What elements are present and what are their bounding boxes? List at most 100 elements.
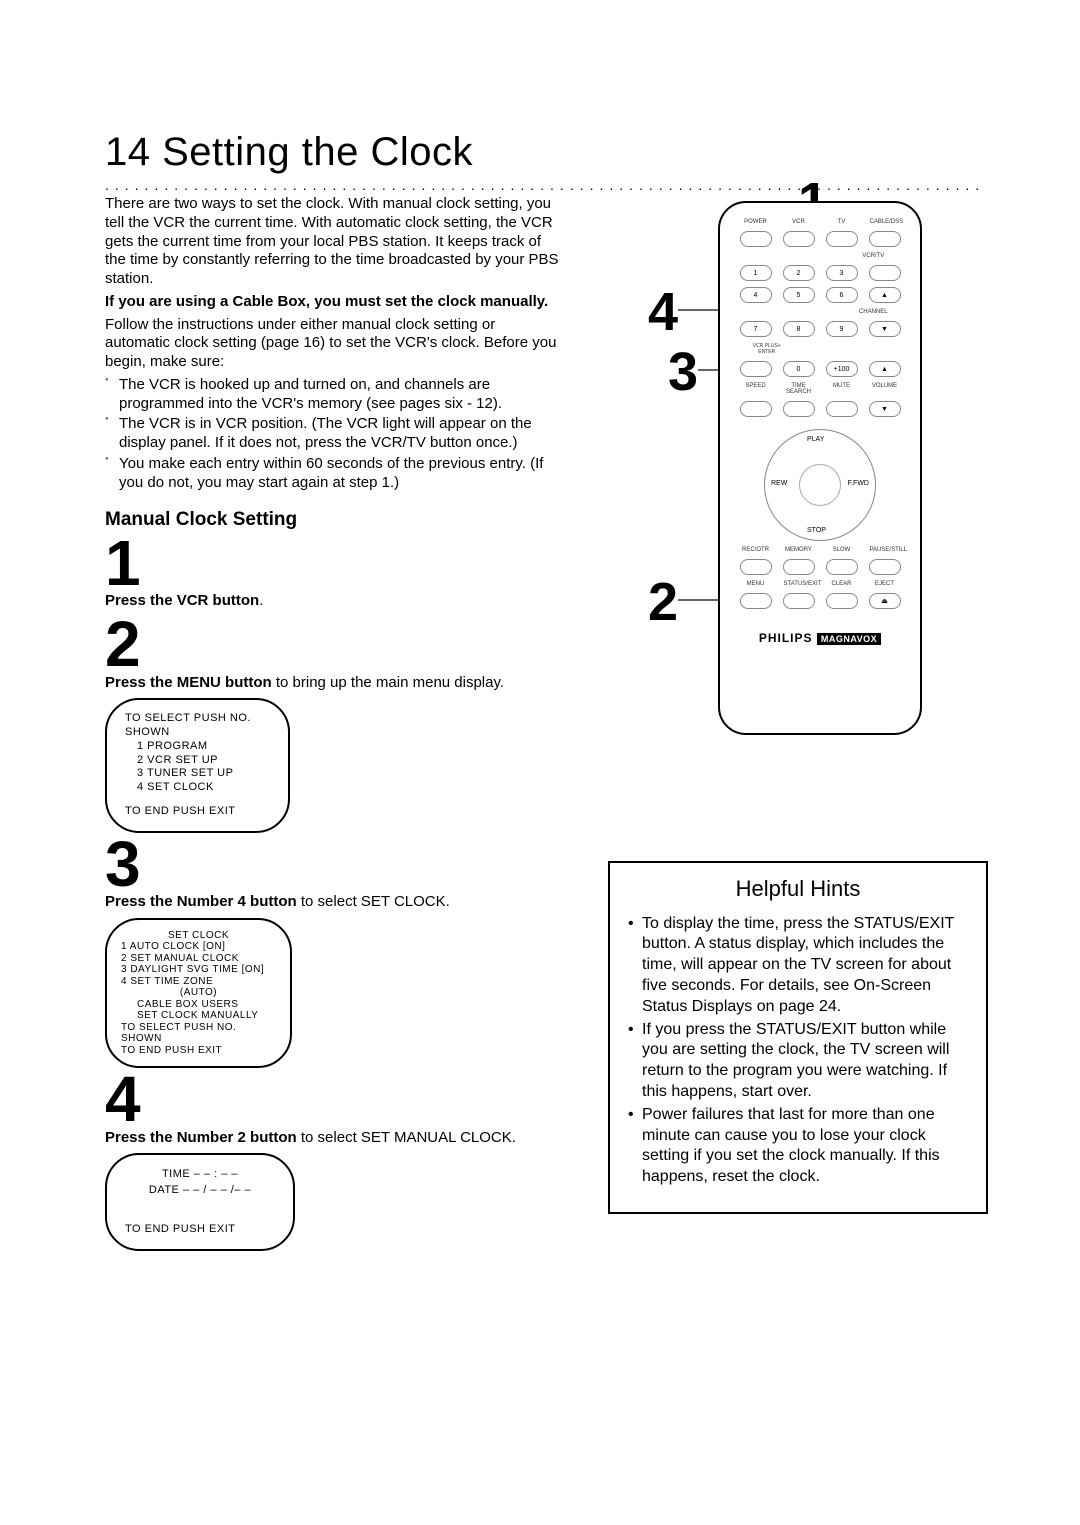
hints-heading: Helpful Hints xyxy=(628,875,968,904)
hint-2: If you press the STATUS/EXIT button whil… xyxy=(628,1020,968,1103)
callout-2: 2 xyxy=(648,571,678,633)
jog-stop: STOP xyxy=(807,527,826,534)
osd3-l2: DATE – – / – – /– – xyxy=(125,1183,275,1198)
vcrtv-button[interactable] xyxy=(869,265,901,281)
osd1-l6: TO END PUSH EXIT xyxy=(125,805,270,819)
channel-down[interactable]: ▼ xyxy=(869,321,901,337)
lbl-vcr: VCR xyxy=(784,219,814,225)
osd2-l4: 4 SET TIME ZONE xyxy=(121,976,276,988)
num-5[interactable]: 5 xyxy=(783,287,815,303)
lbl-rec: REC/OTR xyxy=(741,547,771,553)
jog-ffwd: F.FWD xyxy=(848,480,869,487)
intro-p3: Follow the instructions under either man… xyxy=(105,316,560,372)
num-4[interactable]: 4 xyxy=(740,287,772,303)
page-title: 14 Setting the Clock xyxy=(105,130,980,175)
eject-button[interactable]: ⏏ xyxy=(869,593,901,609)
step-1-bold: Press the VCR button xyxy=(105,592,259,609)
step-3-bold: Press the Number 4 button xyxy=(105,893,297,910)
timesearch-button[interactable] xyxy=(783,401,815,417)
volume-up[interactable]: ▲ xyxy=(869,361,901,377)
remote-diagram: 1 2 3 4 POWER VCR TV CABLE/DSS xyxy=(598,201,922,735)
step-4-text: Press the Number 2 button to select SET … xyxy=(105,1129,560,1148)
lbl-enter: VCR PLUS+ ENTER xyxy=(752,343,782,355)
num-2[interactable]: 2 xyxy=(783,265,815,281)
num-8[interactable]: 8 xyxy=(783,321,815,337)
osd1-l3: 2 VCR SET UP xyxy=(125,754,270,768)
lbl-vcrtv: VCR/TV xyxy=(858,253,888,259)
jog-rew: REW xyxy=(771,480,787,487)
jog-play: PLAY xyxy=(807,436,824,443)
plus-100[interactable]: +100 xyxy=(826,361,858,377)
intro-bullet-2: The VCR is in VCR position. (The VCR lig… xyxy=(105,415,560,453)
volume-down[interactable]: ▼ xyxy=(869,401,901,417)
osd-main-menu: TO SELECT PUSH NO. SHOWN 1 PROGRAM 2 VCR… xyxy=(105,698,290,832)
power-button[interactable] xyxy=(740,231,772,247)
step-1-text: Press the VCR button. xyxy=(105,592,560,611)
memory-button[interactable] xyxy=(783,559,815,575)
cable-button[interactable] xyxy=(869,231,901,247)
lbl-status: STATUS/EXIT xyxy=(784,581,814,587)
callout-3: 3 xyxy=(668,341,698,403)
hint-3: Power failures that last for more than o… xyxy=(628,1105,968,1188)
vcr-button[interactable] xyxy=(783,231,815,247)
brand-philips: PHILIPS xyxy=(759,631,813,645)
lbl-menu: MENU xyxy=(741,581,771,587)
osd2-l7: SET CLOCK MANUALLY xyxy=(121,1010,276,1022)
jog-dial[interactable]: PLAY REW F.FWD STOP xyxy=(764,429,876,541)
helpful-hints-box: Helpful Hints To display the time, press… xyxy=(608,861,988,1214)
osd1-l1: TO SELECT PUSH NO. SHOWN xyxy=(125,712,270,740)
osd1-l2: 1 PROGRAM xyxy=(125,740,270,754)
osd2-l9: TO END PUSH EXIT xyxy=(121,1045,276,1057)
speed-button[interactable] xyxy=(740,401,772,417)
lbl-eject: EJECT xyxy=(870,581,900,587)
remote-body: POWER VCR TV CABLE/DSS VCR/TV 1 xyxy=(718,201,922,735)
enter-button[interactable] xyxy=(740,361,772,377)
num-1[interactable]: 1 xyxy=(740,265,772,281)
clear-button[interactable] xyxy=(826,593,858,609)
osd-set-clock: SET CLOCK 1 AUTO CLOCK [ON] 2 SET MANUAL… xyxy=(105,918,292,1069)
osd1-l4: 3 TUNER SET UP xyxy=(125,767,270,781)
lbl-volume: VOLUME xyxy=(870,383,900,395)
brand-magnavox: MAGNAVOX xyxy=(817,633,881,645)
step-4-rest: to select SET MANUAL CLOCK. xyxy=(297,1129,516,1146)
slow-button[interactable] xyxy=(826,559,858,575)
osd2-l5: (AUTO) xyxy=(121,987,276,999)
lbl-tv: TV xyxy=(827,219,857,225)
num-7[interactable]: 7 xyxy=(740,321,772,337)
osd-manual-clock: TIME – – : – – DATE – – / – – /– – TO EN… xyxy=(105,1153,295,1251)
osd3-l1: TIME – – : – – xyxy=(125,1167,275,1182)
intro-bullet-1: The VCR is hooked up and turned on, and … xyxy=(105,376,560,414)
status-button[interactable] xyxy=(783,593,815,609)
step-2-bold: Press the MENU button xyxy=(105,674,272,691)
osd2-t: SET CLOCK xyxy=(121,930,276,942)
mute-button[interactable] xyxy=(826,401,858,417)
num-0[interactable]: 0 xyxy=(783,361,815,377)
lbl-slow: SLOW xyxy=(827,547,857,553)
tv-button[interactable] xyxy=(826,231,858,247)
step-1-rest: . xyxy=(259,592,263,609)
title-text: Setting the Clock xyxy=(162,130,473,174)
page-number: 14 xyxy=(105,130,151,174)
intro-bullet-3: You make each entry within 60 seconds of… xyxy=(105,455,560,493)
pause-button[interactable] xyxy=(869,559,901,575)
step-3-number: 3 xyxy=(105,837,560,891)
step-4-bold: Press the Number 2 button xyxy=(105,1129,297,1146)
step-1-number: 1 xyxy=(105,536,560,590)
osd2-l8: TO SELECT PUSH NO. SHOWN xyxy=(121,1022,276,1045)
step-2-rest: to bring up the main menu display. xyxy=(272,674,504,691)
num-6[interactable]: 6 xyxy=(826,287,858,303)
osd2-l1: 1 AUTO CLOCK [ON] xyxy=(121,941,276,953)
menu-button[interactable] xyxy=(740,593,772,609)
rec-button[interactable] xyxy=(740,559,772,575)
lbl-mute: MUTE xyxy=(827,383,857,395)
step-2-number: 2 xyxy=(105,617,560,671)
lbl-tsrch: TIME SEARCH xyxy=(784,383,814,395)
num-3[interactable]: 3 xyxy=(826,265,858,281)
channel-up[interactable]: ▲ xyxy=(869,287,901,303)
num-9[interactable]: 9 xyxy=(826,321,858,337)
hint-1: To display the time, press the STATUS/EX… xyxy=(628,914,968,1018)
lbl-speed: SPEED xyxy=(741,383,771,395)
divider-dots: ........................................… xyxy=(105,177,980,191)
osd1-l5: 4 SET CLOCK xyxy=(125,781,270,795)
lbl-pause: PAUSE/STILL xyxy=(870,547,900,553)
